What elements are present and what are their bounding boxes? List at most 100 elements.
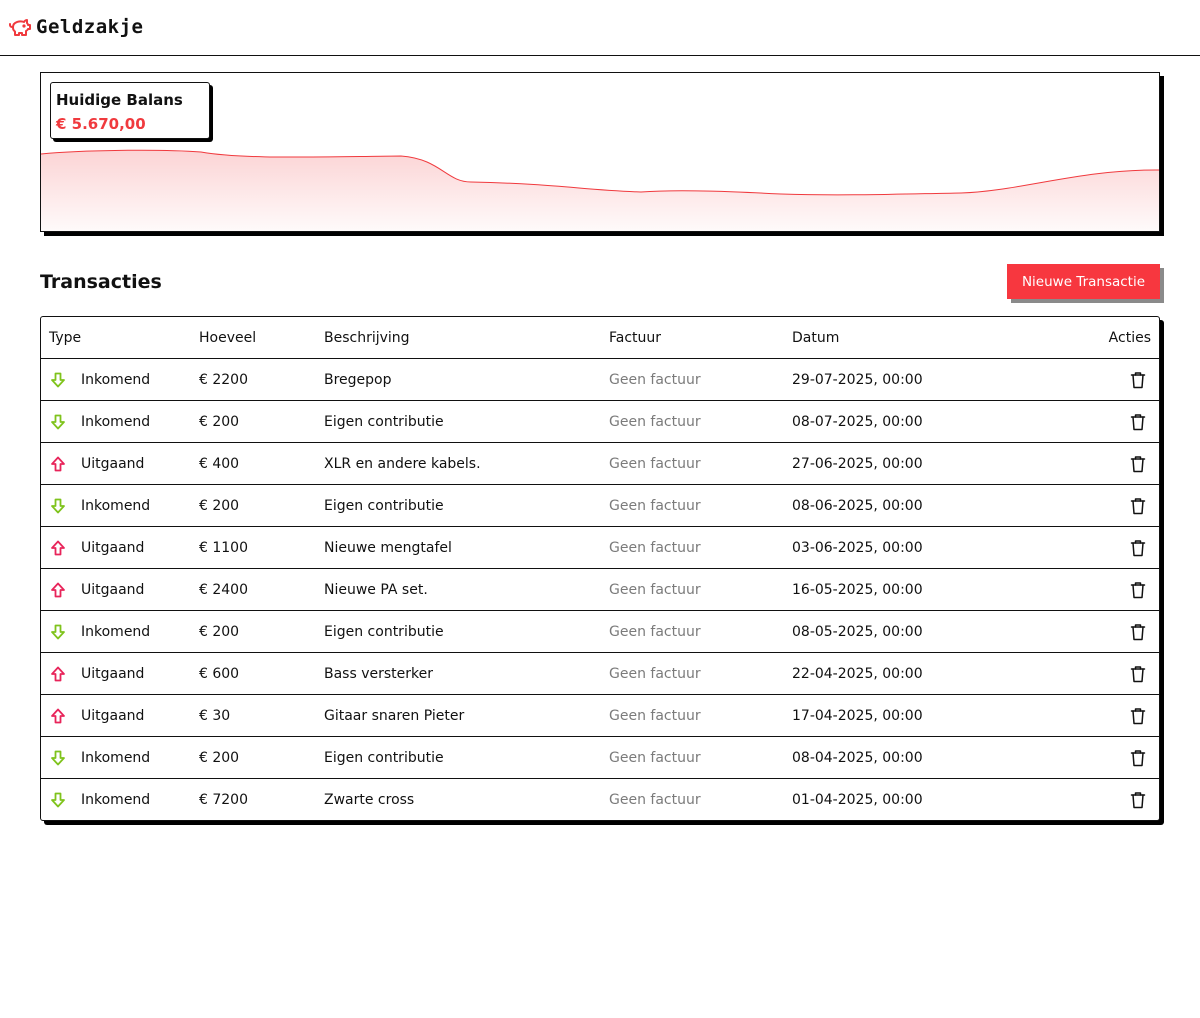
description-cell: Eigen contributie [324, 497, 444, 514]
app-name: Geldzakje [36, 16, 144, 38]
type-label: Uitgaand [81, 581, 145, 598]
table-row[interactable]: Uitgaand € 30 Gitaar snaren Pieter Geen … [41, 694, 1159, 736]
table-row[interactable]: Inkomend € 200 Eigen contributie Geen fa… [41, 736, 1159, 778]
column-header-amount: Hoeveel [199, 329, 257, 346]
type-label: Uitgaand [81, 455, 145, 472]
actions-cell [1052, 371, 1159, 389]
trash-icon[interactable] [1130, 497, 1146, 515]
table-header-row: Type Hoeveel Beschrijving Factuur Datum … [41, 317, 1159, 358]
trash-icon[interactable] [1130, 623, 1146, 641]
invoice-cell: Geen factuur [609, 791, 701, 808]
trash-icon[interactable] [1130, 665, 1146, 683]
date-cell: 08-05-2025, 00:00 [792, 623, 923, 640]
trash-icon[interactable] [1130, 455, 1146, 473]
trash-icon[interactable] [1130, 707, 1146, 725]
description-cell: Nieuwe mengtafel [324, 539, 452, 556]
type-label: Inkomend [81, 749, 151, 766]
invoice-cell: Geen factuur [609, 707, 701, 724]
actions-cell [1052, 791, 1159, 809]
date-cell: 01-04-2025, 00:00 [792, 791, 923, 808]
description-cell: Zwarte cross [324, 791, 415, 808]
table-row[interactable]: Uitgaand € 400 XLR en andere kabels. Gee… [41, 442, 1159, 484]
arrow-down-icon [51, 750, 65, 765]
invoice-cell: Geen factuur [609, 413, 701, 430]
date-cell: 08-07-2025, 00:00 [792, 413, 923, 430]
table-row[interactable]: Inkomend € 200 Eigen contributie Geen fa… [41, 400, 1159, 442]
date-cell: 22-04-2025, 00:00 [792, 665, 923, 682]
balance-card: Huidige Balans € 5.670,00 [40, 72, 1160, 232]
balance-amount: € 5.670,00 [56, 115, 146, 133]
actions-cell [1052, 623, 1159, 641]
type-cell: Inkomend [41, 413, 199, 431]
transactions-table: Type Hoeveel Beschrijving Factuur Datum … [40, 316, 1160, 821]
amount-cell: € 600 [199, 665, 240, 682]
actions-cell [1052, 455, 1159, 473]
description-cell: Bass versterker [324, 665, 434, 682]
arrow-up-icon [51, 582, 65, 597]
column-header-invoice: Factuur [609, 329, 662, 346]
transactions-title: Transacties [40, 271, 162, 293]
app-logo[interactable]: Geldzakje [8, 15, 143, 39]
arrow-down-icon [51, 372, 65, 387]
amount-cell: € 30 [199, 707, 231, 724]
trash-icon[interactable] [1130, 371, 1146, 389]
table-row[interactable]: Uitgaand € 600 Bass versterker Geen fact… [41, 652, 1159, 694]
table-row[interactable]: Inkomend € 7200 Zwarte cross Geen factuu… [41, 778, 1159, 820]
amount-cell: € 200 [199, 749, 240, 766]
trash-icon[interactable] [1130, 539, 1146, 557]
trash-icon[interactable] [1130, 791, 1146, 809]
amount-cell: € 2200 [199, 371, 248, 388]
column-header-date: Datum [792, 329, 840, 346]
type-cell: Uitgaand [41, 707, 199, 725]
trash-icon[interactable] [1130, 413, 1146, 431]
invoice-cell: Geen factuur [609, 539, 701, 556]
table-row[interactable]: Uitgaand € 1100 Nieuwe mengtafel Geen fa… [41, 526, 1159, 568]
invoice-cell: Geen factuur [609, 497, 701, 514]
invoice-cell: Geen factuur [609, 749, 701, 766]
description-cell: XLR en andere kabels. [324, 455, 481, 472]
amount-cell: € 7200 [199, 791, 248, 808]
type-label: Uitgaand [81, 539, 145, 556]
description-cell: Bregepop [324, 371, 392, 388]
type-cell: Inkomend [41, 371, 199, 389]
actions-cell [1052, 749, 1159, 767]
invoice-cell: Geen factuur [609, 623, 701, 640]
type-label: Uitgaand [81, 665, 145, 682]
column-header-type: Type [49, 329, 82, 346]
invoice-cell: Geen factuur [609, 371, 701, 388]
actions-cell [1052, 581, 1159, 599]
actions-cell [1052, 665, 1159, 683]
date-cell: 08-06-2025, 00:00 [792, 497, 923, 514]
arrow-down-icon [51, 498, 65, 513]
trash-icon[interactable] [1130, 581, 1146, 599]
invoice-cell: Geen factuur [609, 455, 701, 472]
arrow-down-icon [51, 624, 65, 639]
arrow-down-icon [51, 414, 65, 429]
amount-cell: € 1100 [199, 539, 248, 556]
table-row[interactable]: Uitgaand € 2400 Nieuwe PA set. Geen fact… [41, 568, 1159, 610]
type-cell: Uitgaand [41, 665, 199, 683]
table-row[interactable]: Inkomend € 200 Eigen contributie Geen fa… [41, 484, 1159, 526]
type-cell: Inkomend [41, 791, 199, 809]
table-row[interactable]: Inkomend € 200 Eigen contributie Geen fa… [41, 610, 1159, 652]
actions-cell [1052, 539, 1159, 557]
balance-summary: Huidige Balans € 5.670,00 [50, 82, 210, 139]
trash-icon[interactable] [1130, 749, 1146, 767]
type-label: Uitgaand [81, 707, 145, 724]
actions-cell [1052, 497, 1159, 515]
type-label: Inkomend [81, 371, 151, 388]
table-row[interactable]: Inkomend € 2200 Bregepop Geen factuur 29… [41, 358, 1159, 400]
new-transaction-button[interactable]: Nieuwe Transactie [1007, 264, 1160, 299]
amount-cell: € 400 [199, 455, 240, 472]
type-cell: Uitgaand [41, 539, 199, 557]
invoice-cell: Geen factuur [609, 665, 701, 682]
type-cell: Uitgaand [41, 455, 199, 473]
date-cell: 27-06-2025, 00:00 [792, 455, 923, 472]
type-label: Inkomend [81, 497, 151, 514]
date-cell: 03-06-2025, 00:00 [792, 539, 923, 556]
table-body: Inkomend € 2200 Bregepop Geen factuur 29… [41, 358, 1159, 820]
amount-cell: € 200 [199, 623, 240, 640]
date-cell: 08-04-2025, 00:00 [792, 749, 923, 766]
description-cell: Eigen contributie [324, 623, 444, 640]
date-cell: 17-04-2025, 00:00 [792, 707, 923, 724]
